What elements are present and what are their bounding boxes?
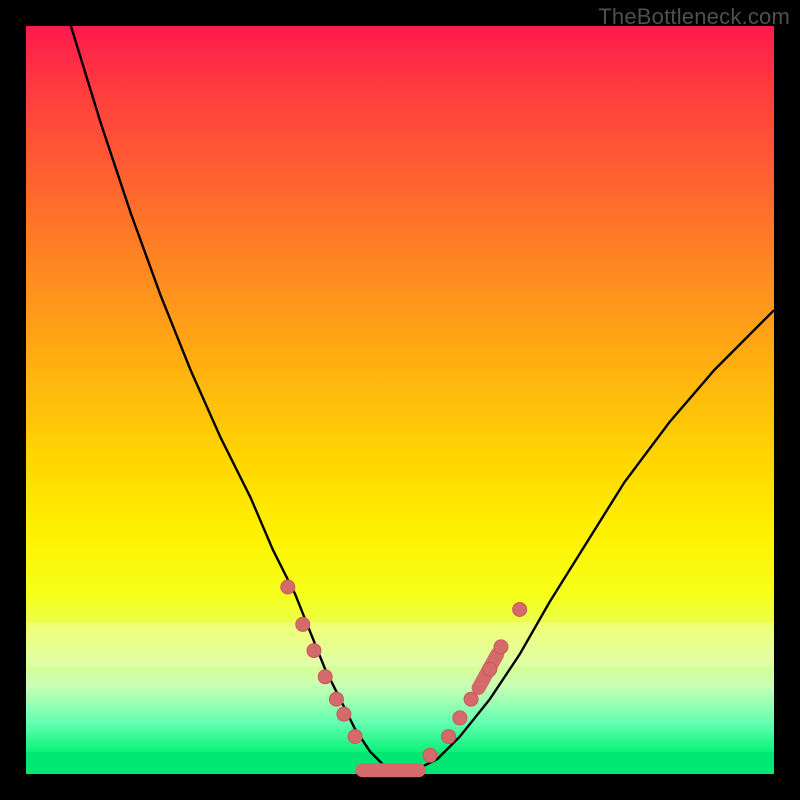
curve-marker	[296, 617, 310, 631]
curve-marker	[423, 748, 437, 762]
curve-marker	[329, 692, 343, 706]
curve-marker	[483, 662, 497, 676]
curve-markers	[281, 580, 527, 762]
curve-marker	[464, 692, 478, 706]
curve-marker	[494, 640, 508, 654]
watermark-text: TheBottleneck.com	[598, 4, 790, 30]
curve-marker	[318, 670, 332, 684]
chart-frame: TheBottleneck.com	[0, 0, 800, 800]
curve-marker	[337, 707, 351, 721]
curve-marker	[281, 580, 295, 594]
curve-marker	[442, 730, 456, 744]
curve-marker	[513, 602, 527, 616]
curve-marker	[453, 711, 467, 725]
curve-marker	[348, 730, 362, 744]
bottleneck-curve	[71, 26, 774, 774]
chart-svg	[26, 26, 774, 774]
plot-area	[26, 26, 774, 774]
curve-marker	[307, 644, 321, 658]
